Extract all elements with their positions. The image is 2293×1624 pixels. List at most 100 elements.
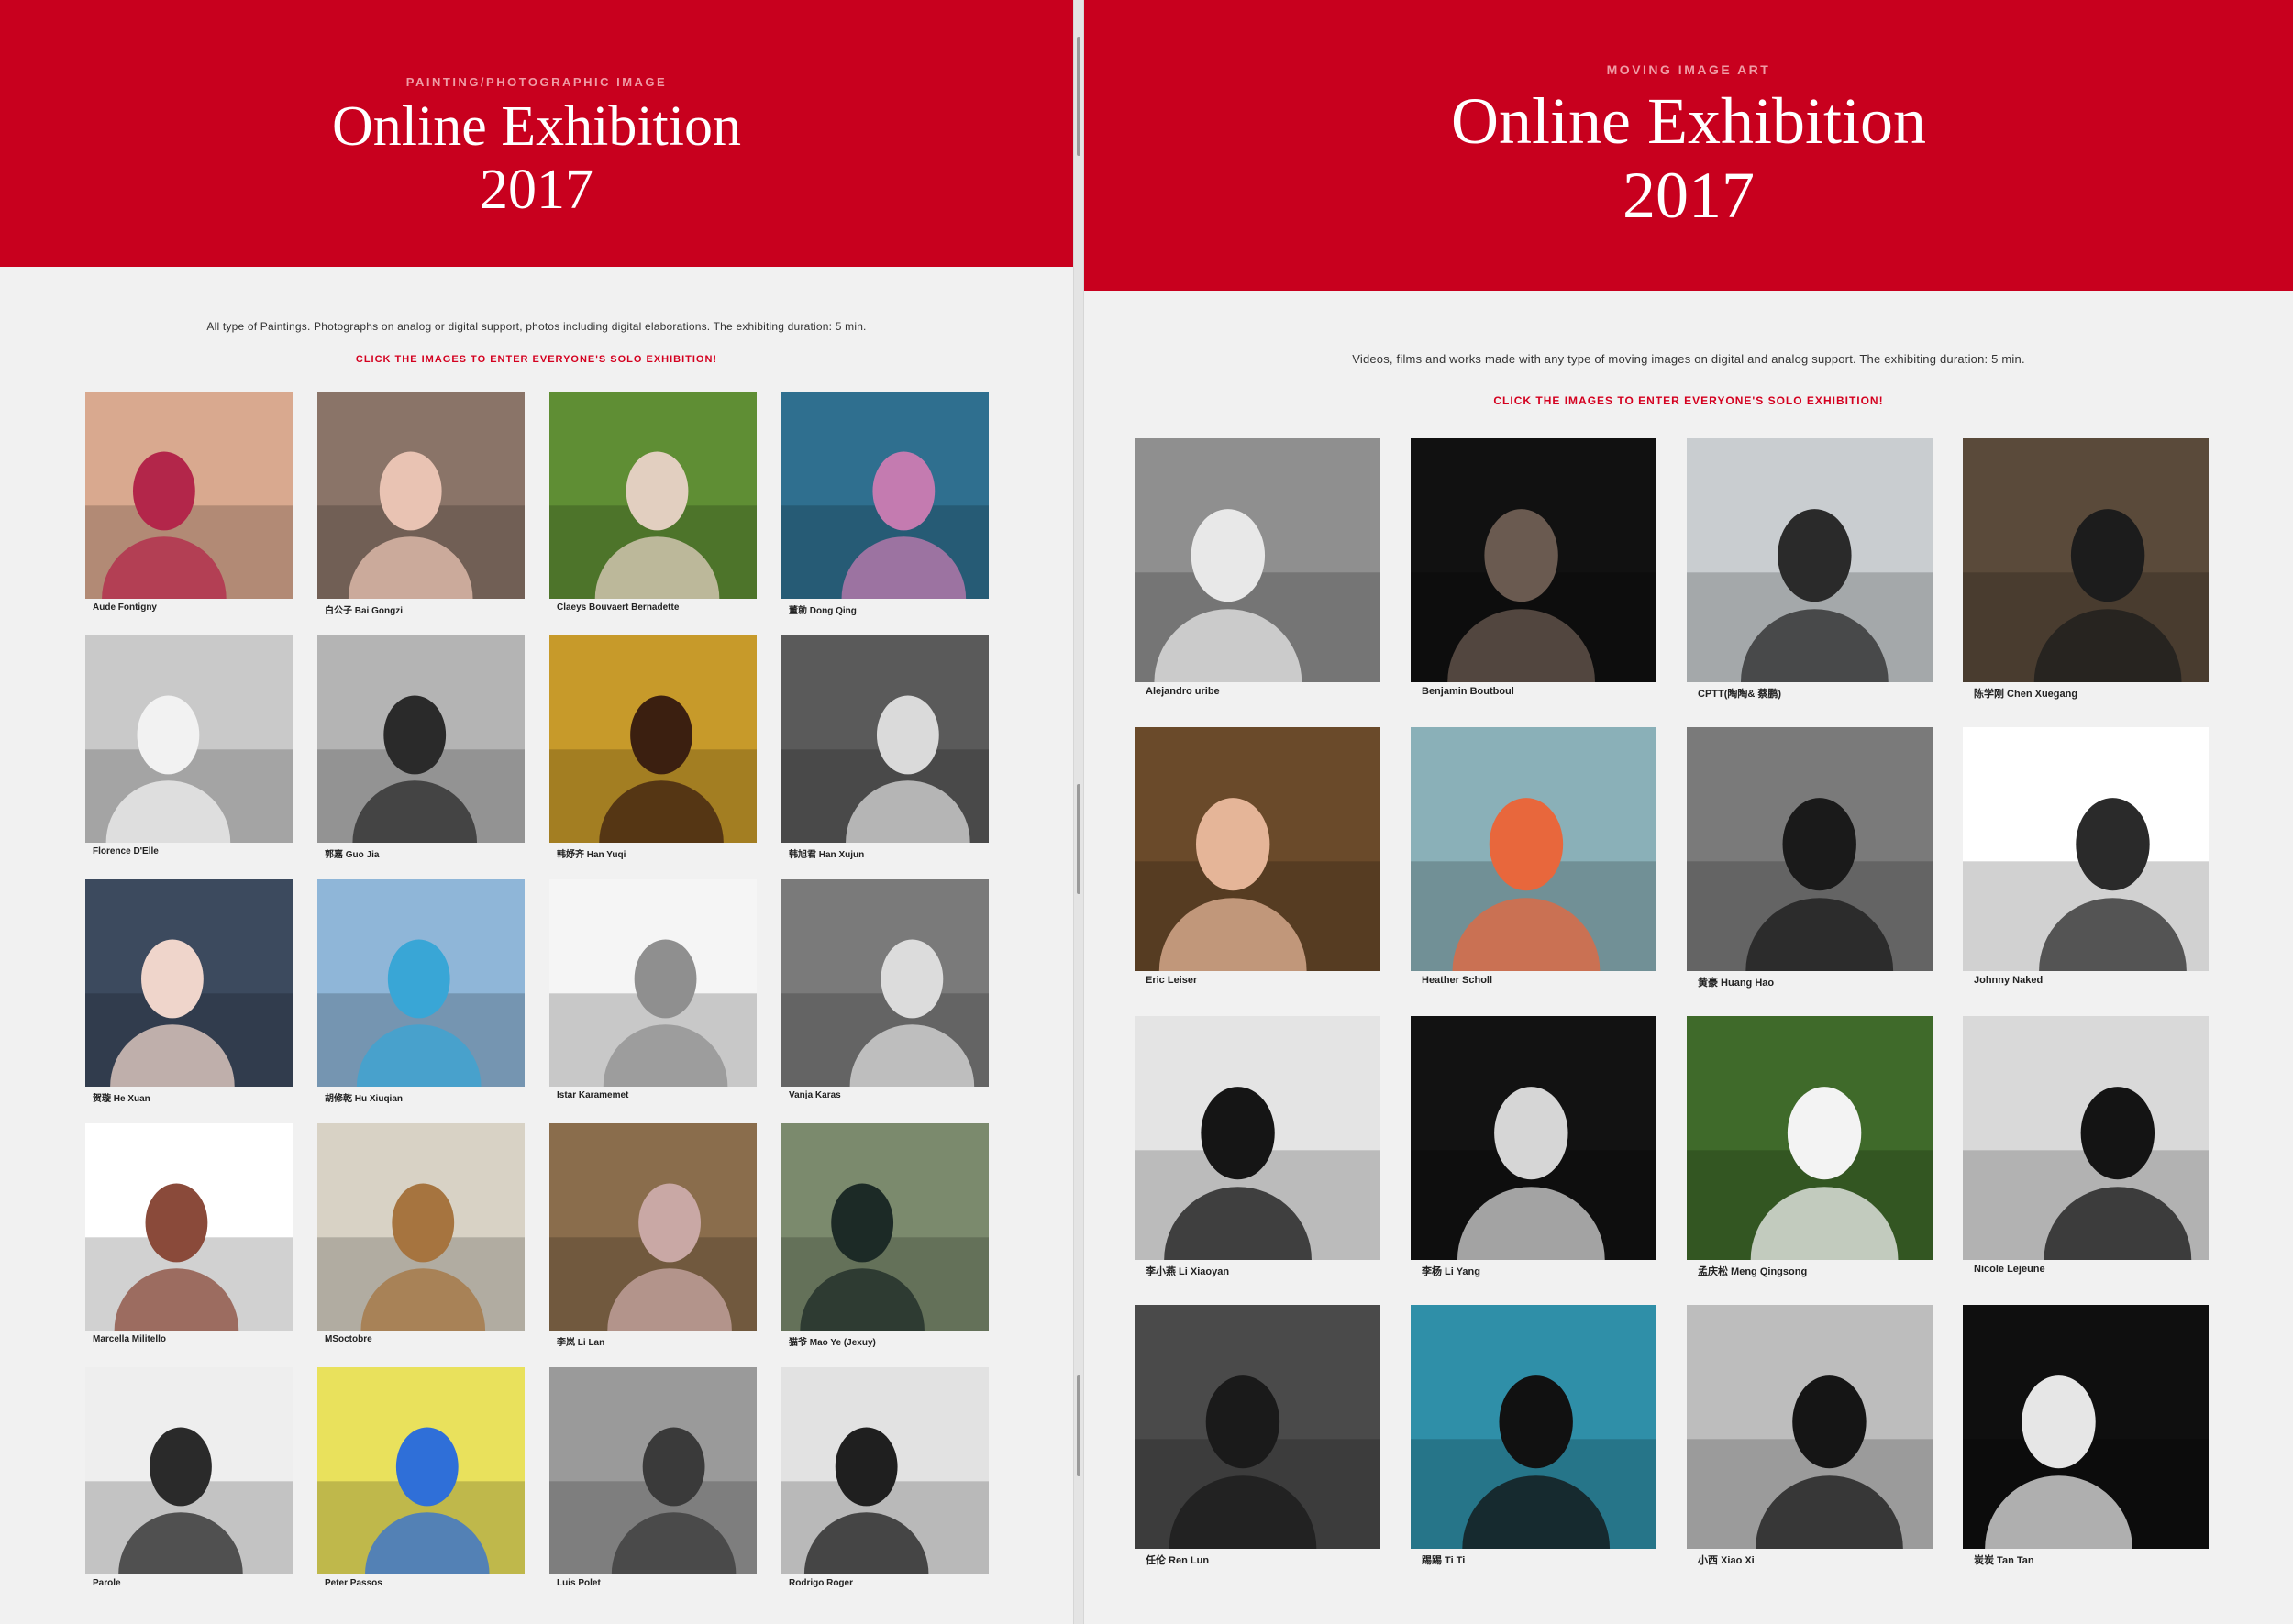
artist-portrait[interactable] [781, 879, 989, 1087]
artist-name[interactable]: 踢踢 Ti Ti [1411, 1549, 1656, 1567]
artist-name[interactable]: 郭嘉 Guo Jia [317, 843, 525, 860]
artist-card[interactable]: 黄豪 Huang Hao [1687, 727, 1933, 989]
artist-portrait[interactable] [317, 879, 525, 1087]
artist-name[interactable]: 黄豪 Huang Hao [1687, 971, 1933, 989]
artist-portrait[interactable] [85, 392, 293, 599]
artist-portrait[interactable] [317, 1123, 525, 1331]
artist-name[interactable]: 白公子 Bai Gongzi [317, 599, 525, 616]
artist-name[interactable]: Benjamin Boutboul [1411, 682, 1656, 697]
artist-name[interactable]: Rodrigo Roger [781, 1574, 989, 1588]
artist-card[interactable]: 踢踢 Ti Ti [1411, 1305, 1656, 1567]
artist-portrait[interactable] [1963, 1016, 2209, 1260]
artist-card[interactable]: CPTT(陶陶& 蔡鹏) [1687, 438, 1933, 701]
artist-card[interactable]: Marcella Militello [85, 1123, 293, 1348]
artist-portrait[interactable] [85, 879, 293, 1087]
artist-name[interactable]: Alejandro uribe [1135, 682, 1380, 697]
artist-card[interactable]: MSoctobre [317, 1123, 525, 1348]
artist-card[interactable]: 韩妤齐 Han Yuqi [549, 635, 757, 860]
scrollbar-thumb[interactable] [1077, 37, 1080, 156]
artist-name[interactable]: 胡修乾 Hu Xiuqian [317, 1087, 525, 1104]
artist-portrait[interactable] [1411, 438, 1656, 682]
artist-name[interactable]: 李杨 Li Yang [1411, 1260, 1656, 1278]
artist-portrait[interactable] [85, 1123, 293, 1331]
artist-portrait[interactable] [1963, 1305, 2209, 1549]
artist-card[interactable]: 胡修乾 Hu Xiuqian [317, 879, 525, 1104]
artist-portrait[interactable] [1135, 727, 1380, 971]
artist-name[interactable]: Marcella Militello [85, 1331, 293, 1344]
artist-portrait[interactable] [1687, 438, 1933, 682]
artist-portrait[interactable] [549, 879, 757, 1087]
artist-card[interactable]: 董勍 Dong Qing [781, 392, 989, 616]
artist-card[interactable]: 郭嘉 Guo Jia [317, 635, 525, 860]
artist-portrait[interactable] [1135, 1016, 1380, 1260]
artist-name[interactable]: Luis Polet [549, 1574, 757, 1588]
artist-card[interactable]: Florence D'Elle [85, 635, 293, 860]
artist-portrait[interactable] [317, 635, 525, 843]
artist-portrait[interactable] [1411, 1016, 1656, 1260]
artist-name[interactable]: 猫爷 Mao Ye (Jexuy) [781, 1331, 989, 1348]
artist-name[interactable]: 韩妤齐 Han Yuqi [549, 843, 757, 860]
artist-portrait[interactable] [549, 1367, 757, 1574]
artist-card[interactable]: Benjamin Boutboul [1411, 438, 1656, 701]
enter-exhibition-cta[interactable]: CLICK THE IMAGES TO ENTER EVERYONE'S SOL… [1084, 394, 2293, 407]
artist-name[interactable]: MSoctobre [317, 1331, 525, 1344]
artist-name[interactable]: 陈学刚 Chen Xuegang [1963, 682, 2209, 701]
artist-name[interactable]: Vanja Karas [781, 1087, 989, 1100]
artist-portrait[interactable] [781, 635, 989, 843]
artist-portrait[interactable] [1687, 1016, 1933, 1260]
artist-card[interactable]: 孟庆松 Meng Qingsong [1687, 1016, 1933, 1278]
enter-exhibition-cta[interactable]: CLICK THE IMAGES TO ENTER EVERYONE'S SOL… [0, 354, 1073, 365]
artist-name[interactable]: 任伦 Ren Lun [1135, 1549, 1380, 1567]
artist-portrait[interactable] [1963, 727, 2209, 971]
artist-portrait[interactable] [1135, 1305, 1380, 1549]
artist-card[interactable]: Rodrigo Roger [781, 1367, 989, 1588]
artist-name[interactable]: 炭炭 Tan Tan [1963, 1549, 2209, 1567]
artist-card[interactable]: Nicole Lejeune [1963, 1016, 2209, 1278]
artist-portrait[interactable] [317, 392, 525, 599]
artist-portrait[interactable] [1411, 727, 1656, 971]
artist-card[interactable]: 任伦 Ren Lun [1135, 1305, 1380, 1567]
artist-name[interactable]: Claeys Bouvaert Bernadette [549, 599, 757, 613]
artist-name[interactable]: 董勍 Dong Qing [781, 599, 989, 616]
artist-name[interactable]: Aude Fontigny [85, 599, 293, 613]
artist-card[interactable]: 贺璇 He Xuan [85, 879, 293, 1104]
artist-name[interactable]: Heather Scholl [1411, 971, 1656, 986]
artist-card[interactable]: Eric Leiser [1135, 727, 1380, 989]
artist-card[interactable]: 李杨 Li Yang [1411, 1016, 1656, 1278]
artist-name[interactable]: 韩旭君 Han Xujun [781, 843, 989, 860]
artist-card[interactable]: Luis Polet [549, 1367, 757, 1588]
artist-name[interactable]: 李小燕 Li Xiaoyan [1135, 1260, 1380, 1278]
scrollbar-thumb[interactable] [1077, 784, 1080, 894]
artist-portrait[interactable] [1687, 1305, 1933, 1549]
artist-name[interactable]: Peter Passos [317, 1574, 525, 1588]
artist-portrait[interactable] [781, 392, 989, 599]
artist-portrait[interactable] [1687, 727, 1933, 971]
artist-card[interactable]: Istar Karamemet [549, 879, 757, 1104]
artist-card[interactable]: 炭炭 Tan Tan [1963, 1305, 2209, 1567]
artist-card[interactable]: Parole [85, 1367, 293, 1588]
artist-card[interactable]: 韩旭君 Han Xujun [781, 635, 989, 860]
artist-name[interactable]: 小西 Xiao Xi [1687, 1549, 1933, 1567]
artist-card[interactable]: 猫爷 Mao Ye (Jexuy) [781, 1123, 989, 1348]
artist-name[interactable]: Istar Karamemet [549, 1087, 757, 1100]
artist-portrait[interactable] [85, 1367, 293, 1574]
artist-portrait[interactable] [781, 1123, 989, 1331]
artist-portrait[interactable] [317, 1367, 525, 1574]
artist-portrait[interactable] [1135, 438, 1380, 682]
artist-card[interactable]: Claeys Bouvaert Bernadette [549, 392, 757, 616]
artist-card[interactable]: 白公子 Bai Gongzi [317, 392, 525, 616]
artist-name[interactable]: Eric Leiser [1135, 971, 1380, 986]
artist-name[interactable]: 李岚 Li Lan [549, 1331, 757, 1348]
artist-name[interactable]: CPTT(陶陶& 蔡鹏) [1687, 682, 1933, 701]
artist-portrait[interactable] [1411, 1305, 1656, 1549]
artist-card[interactable]: 李岚 Li Lan [549, 1123, 757, 1348]
artist-card[interactable]: Vanja Karas [781, 879, 989, 1104]
artist-card[interactable]: 陈学刚 Chen Xuegang [1963, 438, 2209, 701]
artist-card[interactable]: Peter Passos [317, 1367, 525, 1588]
artist-card[interactable]: Aude Fontigny [85, 392, 293, 616]
artist-name[interactable]: 贺璇 He Xuan [85, 1087, 293, 1104]
artist-portrait[interactable] [85, 635, 293, 843]
artist-portrait[interactable] [549, 1123, 757, 1331]
artist-card[interactable]: 小西 Xiao Xi [1687, 1305, 1933, 1567]
artist-name[interactable]: 孟庆松 Meng Qingsong [1687, 1260, 1933, 1278]
